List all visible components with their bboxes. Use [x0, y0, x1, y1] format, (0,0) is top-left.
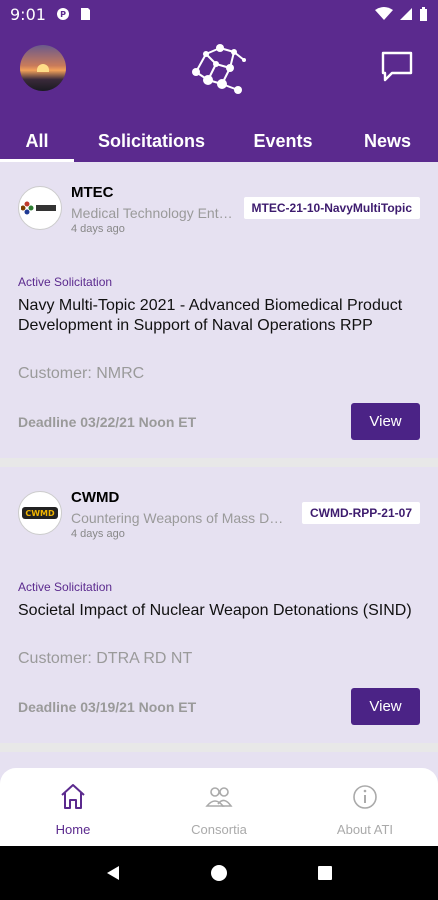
tab-solicitations[interactable]: Solicitations [74, 120, 229, 162]
org-name: MTEC [71, 184, 114, 201]
bottom-navigation: Home Consortia About ATI [0, 768, 438, 846]
recents-icon[interactable] [316, 864, 334, 882]
org-full-name: Countering Weapons of Mass Destruction [71, 510, 290, 526]
tab-bar: All Solicitations Events News [0, 120, 438, 162]
status-bar: 9:01 P [0, 0, 438, 28]
card-title: Navy Multi-Topic 2021 - Advanced Biomedi… [18, 297, 403, 334]
feed-card[interactable]: MTEC Medical Technology Enterprise Conso… [0, 162, 438, 458]
nav-home[interactable]: Home [0, 768, 146, 846]
wifi-icon [375, 7, 393, 20]
deadline-text: Deadline 03/19/21 Noon ET [18, 699, 197, 715]
customer-text: Customer: NMRC [18, 365, 145, 382]
status-time: 9:01 [10, 4, 46, 24]
home-circle-icon[interactable] [210, 864, 228, 882]
tab-all[interactable]: All [0, 120, 74, 162]
view-button[interactable]: View [351, 688, 420, 725]
signal-icon [400, 8, 412, 20]
info-icon [353, 785, 377, 809]
svg-text:CWMD: CWMD [25, 509, 55, 518]
nav-about[interactable]: About ATI [292, 768, 438, 846]
customer-text: Customer: DTRA RD NT [18, 650, 193, 667]
system-navigation-bar [0, 846, 438, 900]
status-label: Active Solicitation [18, 275, 113, 289]
tab-events[interactable]: Events [229, 120, 337, 162]
org-full-name: Medical Technology Enterprise Consortium [71, 205, 233, 221]
card-title: Societal Impact of Nuclear Weapon Detona… [18, 602, 412, 619]
status-label: Active Solicitation [18, 580, 113, 594]
nav-consortia[interactable]: Consortia [146, 768, 292, 846]
deadline-text: Deadline 03/22/21 Noon ET [18, 414, 197, 430]
sd-card-icon [80, 8, 90, 20]
avatar[interactable] [20, 45, 66, 91]
org-logo-cwmd: CWMD [18, 491, 62, 535]
app-notification-icon: P [56, 8, 69, 20]
nav-consortia-label: Consortia [191, 822, 247, 837]
back-icon[interactable] [104, 864, 122, 882]
org-name: CWMD [71, 489, 120, 506]
app-header: All Solicitations Events News [0, 28, 438, 162]
home-icon [61, 784, 85, 809]
people-icon [205, 787, 233, 807]
solicitation-code-badge: MTEC-21-10-NavyMultiTopic [243, 197, 420, 219]
network-logo-icon [192, 44, 246, 94]
nav-home-label: Home [55, 822, 91, 837]
chat-icon[interactable] [380, 50, 414, 84]
view-button[interactable]: View [351, 403, 420, 440]
feed-card[interactable]: CWMD CWMD Countering Weapons of Mass Des… [0, 467, 438, 743]
posted-time: 4 days ago [71, 223, 125, 235]
tab-news[interactable]: News [337, 120, 438, 162]
posted-time: 4 days ago [71, 528, 125, 540]
battery-icon [420, 6, 427, 21]
org-logo-mtec [18, 186, 62, 230]
svg-text:P: P [60, 10, 66, 19]
nav-about-label: About ATI [336, 822, 394, 837]
solicitation-code-badge: CWMD-RPP-21-07 [301, 502, 420, 524]
